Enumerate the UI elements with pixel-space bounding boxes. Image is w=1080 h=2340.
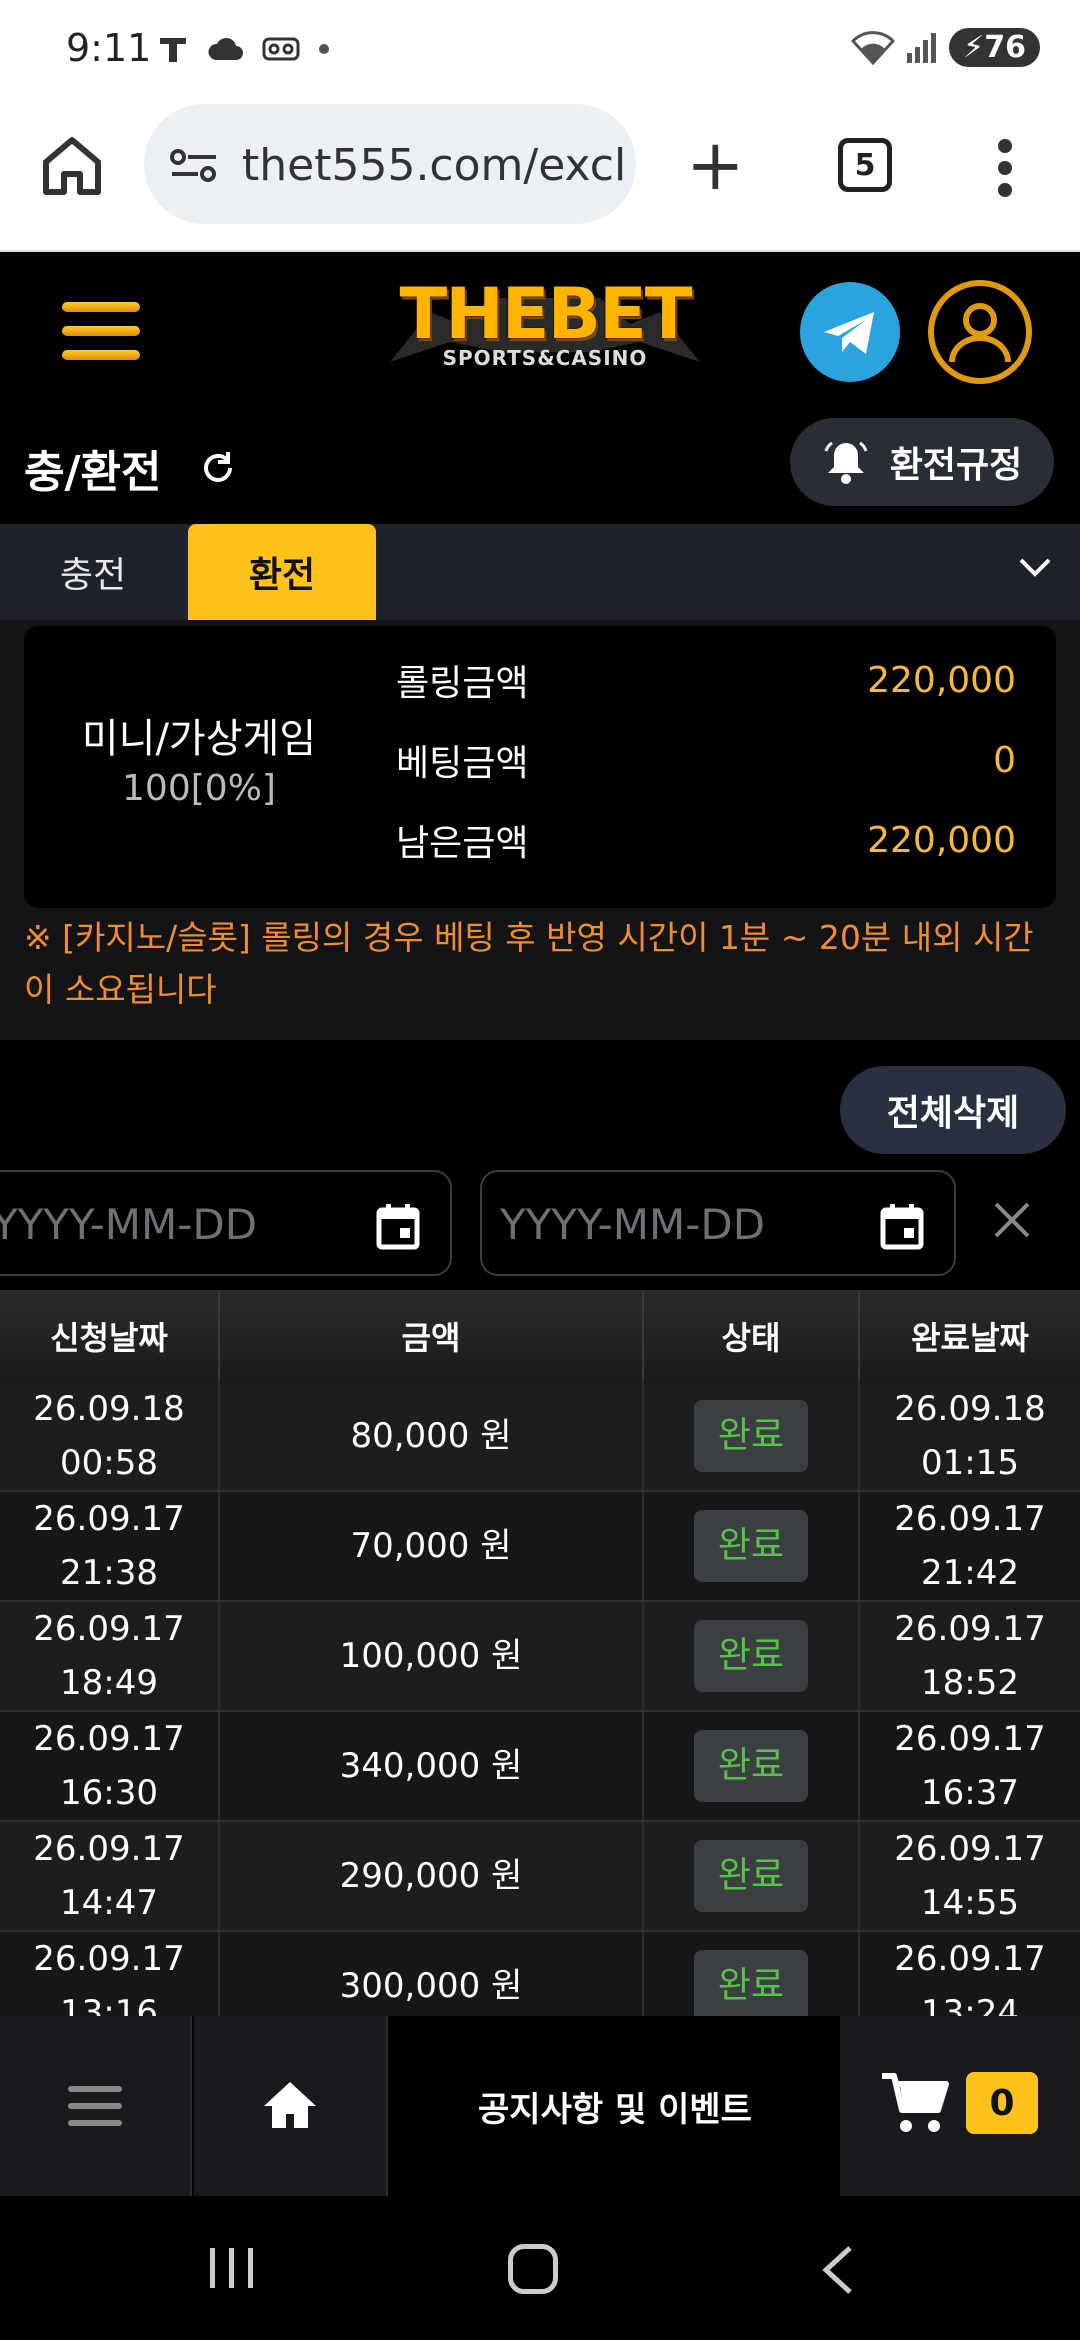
site-header: THEBET SPORTS&CASINO: [0, 252, 1080, 412]
date-filter-area: 전체삭제 YYYY-MM-DD YYYY-MM-DD: [0, 1040, 1080, 1290]
status-badge: 완료: [694, 1620, 808, 1692]
rolling-info-section: 미니/가상게임 100[0%] 롤링금액 220,000 베팅금액 0 남은금액…: [0, 620, 1080, 1040]
calendar-icon[interactable]: [376, 1202, 420, 1250]
site-logo[interactable]: THEBET SPORTS&CASINO: [390, 274, 700, 390]
title-row: 충/환전 환전규정: [0, 412, 1080, 524]
tab-switcher-button[interactable]: 5: [838, 138, 892, 192]
header-complete-date: 완료날짜: [911, 1319, 1029, 1357]
home-icon: [264, 2082, 316, 2128]
page-title: 충/환전: [24, 447, 162, 498]
signal-icon: [907, 32, 937, 63]
battery-indicator: ⚡76: [949, 28, 1040, 67]
delete-all-button[interactable]: 전체삭제: [840, 1066, 1066, 1154]
start-date-input[interactable]: YYYY-MM-DD: [0, 1170, 452, 1276]
tab-charge[interactable]: 충전: [0, 524, 186, 620]
status-time: 9:11: [66, 26, 152, 70]
wifi-icon: [851, 30, 896, 65]
cart-icon: [882, 2073, 949, 2132]
more-menu-icon[interactable]: [994, 138, 1016, 198]
status-badge: 완료: [694, 1730, 808, 1802]
dot-icon: [319, 44, 329, 54]
exchange-rules-button[interactable]: 환전규정: [790, 418, 1054, 506]
bet-slip-button[interactable]: 0: [840, 2016, 1080, 2196]
history-table-header: 신청날짜 금액 상태 완료날짜: [0, 1290, 1080, 1382]
user-icon: [949, 303, 1011, 363]
bottom-navigation: 공지사항 및 이벤트 0: [0, 2016, 1080, 2196]
notice-events-link[interactable]: 공지사항 및 이벤트: [390, 2016, 840, 2196]
menu-icon: [68, 2086, 122, 2126]
home-icon[interactable]: [40, 136, 104, 196]
table-row: 26.09.17 21:38 70,000 원 완료 26.09.17 21:42: [0, 1492, 1080, 1602]
status-bar: 9:11 ⚡76: [0, 0, 1080, 100]
clear-dates-icon[interactable]: [992, 1200, 1032, 1240]
chevron-down-icon[interactable]: [1018, 556, 1052, 580]
telegram-icon: [824, 312, 874, 354]
refresh-icon[interactable]: [200, 450, 236, 486]
site-settings-icon[interactable]: [168, 148, 220, 182]
recents-icon[interactable]: [208, 2246, 256, 2290]
rolling-info-card: 미니/가상게임 100[0%] 롤링금액 220,000 베팅금액 0 남은금액…: [24, 626, 1056, 908]
history-table-body: 26.09.18 00:58 80,000 원 완료 26.09.18 01:15 …: [0, 1382, 1080, 2016]
cloud-icon: [208, 37, 243, 60]
status-badge: 완료: [694, 1400, 808, 1472]
game-rate: 100[0%]: [122, 768, 276, 809]
remaining-amount-value: 220,000: [867, 819, 1016, 861]
profile-button[interactable]: [928, 280, 1032, 384]
tab-exchange[interactable]: 환전: [188, 524, 376, 620]
t-carrier-icon: [160, 38, 186, 62]
back-icon[interactable]: [820, 2244, 856, 2296]
browser-toolbar: thet555.com/excl + 5: [0, 100, 1080, 252]
bet-amount-value: 0: [993, 739, 1016, 781]
end-date-input[interactable]: YYYY-MM-DD: [480, 1170, 956, 1276]
bell-icon: [824, 441, 868, 484]
menu-icon[interactable]: [62, 302, 140, 374]
system-home-button[interactable]: [508, 2244, 558, 2294]
new-tab-button[interactable]: +: [686, 130, 745, 200]
bet-amount-row: 베팅금액 0: [396, 739, 1016, 785]
rolling-amount-value: 220,000: [867, 659, 1016, 701]
telegram-button[interactable]: [800, 282, 900, 382]
table-row: 26.09.17 18:49 100,000 원 완료 26.09.17 18:52: [0, 1602, 1080, 1712]
voicemail-icon: [262, 37, 300, 61]
calendar-icon[interactable]: [880, 1202, 924, 1250]
rolling-notice: ※ [카지노/슬롯] 롤링의 경우 베팅 후 반영 시간이 1분 ~ 20분 내…: [24, 918, 1034, 1009]
header-amount: 금액: [220, 1290, 644, 1382]
tabs-bar: 충전 환전: [0, 524, 1080, 620]
header-status: 상태: [644, 1290, 860, 1382]
url-text: thet555.com/excl: [242, 140, 627, 191]
status-badge: 완료: [694, 1840, 808, 1912]
rolling-amount-row: 롤링금액 220,000: [396, 659, 1016, 705]
bottom-menu-button[interactable]: [0, 2016, 192, 2196]
status-badge: 완료: [694, 1510, 808, 1582]
header-request-date: 신청날짜: [0, 1290, 220, 1382]
table-row: 26.09.17 13:16 300,000 원 완료 26.09.17 13:24: [0, 1932, 1080, 2016]
status-badge: 완료: [694, 1950, 808, 2016]
bottom-home-button[interactable]: [194, 2016, 388, 2196]
remaining-amount-row: 남은금액 220,000: [396, 819, 1016, 865]
cart-count-badge: 0: [966, 2072, 1038, 2134]
table-row: 26.09.17 16:30 340,000 원 완료 26.09.17 16:37: [0, 1712, 1080, 1822]
table-row: 26.09.17 14:47 290,000 원 완료 26.09.17 14:55: [0, 1822, 1080, 1932]
table-row: 26.09.18 00:58 80,000 원 완료 26.09.18 01:15: [0, 1382, 1080, 1492]
system-navigation-bar: [0, 2196, 1080, 2340]
address-bar[interactable]: thet555.com/excl: [144, 104, 636, 224]
game-name: 미니/가상게임: [81, 716, 317, 762]
